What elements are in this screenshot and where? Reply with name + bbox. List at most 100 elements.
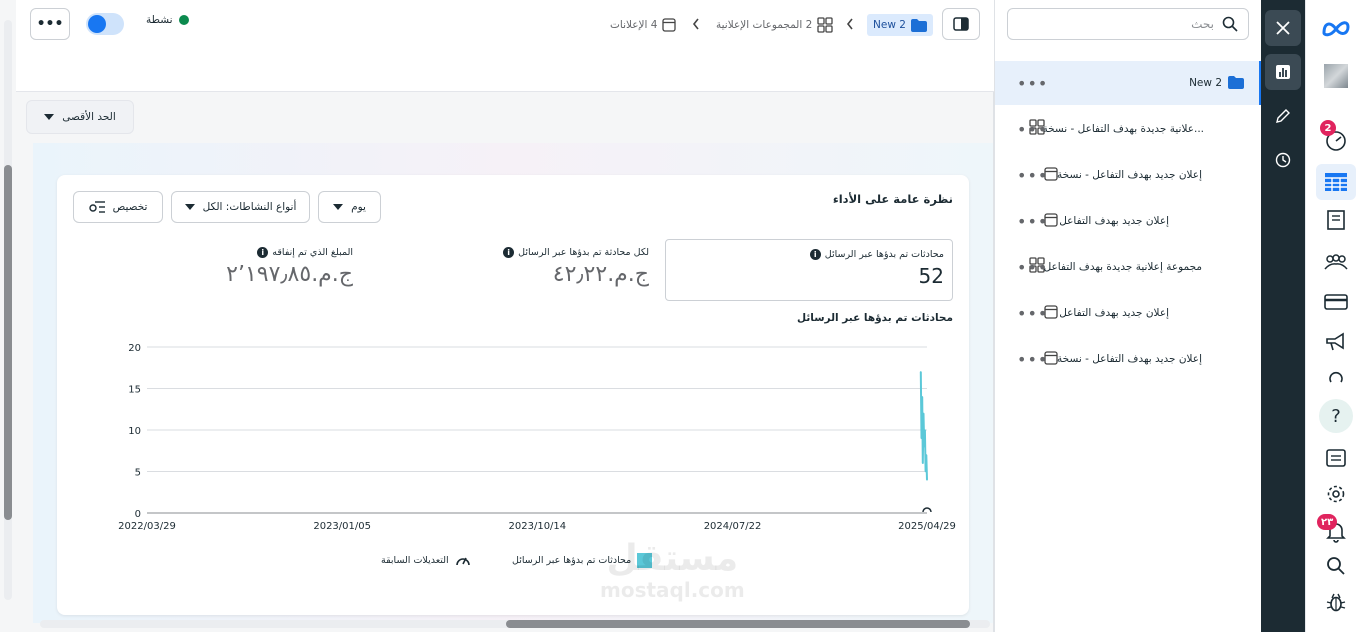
metric-value: 52: [918, 264, 944, 288]
tree-item-ad[interactable]: إعلان جديد بهدف التفاعل •••: [995, 291, 1262, 335]
customize-button[interactable]: تخصيص: [73, 191, 163, 223]
horizontal-scrollbar[interactable]: [40, 620, 990, 628]
metric-conversations: محادثات تم بدؤها عبر الرسائل i 52: [809, 249, 944, 288]
activity-types-dropdown[interactable]: أنواع النشاطات: الكل: [171, 191, 310, 223]
info-icon: i: [257, 247, 269, 258]
loading-button[interactable]: [1316, 360, 1356, 396]
report-bug-button[interactable]: [1316, 584, 1356, 620]
tree-item-ad[interactable]: إعلان جديد بهدف التفاعل •••: [995, 199, 1262, 243]
legend-edits-label: التعديلات السابقة: [381, 554, 449, 566]
status-label: نشطة: [146, 14, 173, 26]
more-icon[interactable]: •••: [1017, 350, 1048, 369]
tree-item-label: إعلان جديد بهدف التفاعل - نسخة: [1057, 169, 1202, 181]
campaign-tree-panel: بحث New 2 ••• ...علانية جديدة بهدف التفا…: [994, 0, 1262, 632]
horizontal-scrollbar-thumb[interactable]: [506, 620, 970, 628]
notifications-button[interactable]: ٢٣: [1316, 514, 1356, 550]
history-tool-button[interactable]: [1265, 142, 1301, 178]
search-icon: [1327, 557, 1345, 575]
notes-button[interactable]: [1316, 440, 1356, 476]
caret-down-icon: [44, 114, 55, 120]
data-point: [921, 396, 923, 398]
more-icon[interactable]: •••: [1017, 166, 1048, 185]
metric-amount-spent[interactable]: المبلغ الذي تم إنفاقه i ج.م.‏٢٬١٩٧٫٨٥: [226, 247, 353, 287]
tree-item-label: مجموعة إعلانية جديدة بهدف التفاعل: [1043, 261, 1202, 273]
main-area: ••• نشطة New 2 2 المجموعات الإعلانية 4 ا…: [0, 0, 994, 632]
data-point: [925, 454, 928, 456]
max-dropdown-label: الحد الأقصى: [62, 111, 116, 123]
toggle-panel-button[interactable]: [942, 8, 980, 40]
gear-icon: [1327, 485, 1345, 503]
more-icon[interactable]: •••: [1017, 304, 1048, 323]
breadcrumb-campaign[interactable]: New 2: [867, 14, 933, 36]
search-icon: [1222, 16, 1238, 32]
performance-tool-button[interactable]: [1265, 54, 1301, 90]
status-toggle[interactable]: [86, 13, 124, 35]
meta-logo[interactable]: [1316, 10, 1356, 46]
notification-badge: 2: [1320, 120, 1336, 136]
more-options-button[interactable]: •••: [30, 8, 70, 40]
line-chart: 0 5 10 15 20 2022/03/29 2023/01/05 2023/10/14 20…: [118, 343, 956, 532]
pages-button[interactable]: [1316, 202, 1356, 238]
account-avatar[interactable]: [1316, 58, 1356, 94]
vertical-scrollbar-thumb[interactable]: [4, 165, 12, 520]
metric-value: ج.م.‏٢٬١٩٧٫٨٥: [226, 262, 353, 287]
help-button[interactable]: ?: [1316, 398, 1356, 434]
more-icon[interactable]: •••: [1017, 258, 1048, 277]
metric-title: لكل محادثة تم بدؤها عبر الرسائل: [518, 247, 649, 258]
y-tick-label: 5: [135, 468, 141, 479]
tree-item-ad[interactable]: إعلان جديد بهدف التفاعل - نسخة •••: [995, 153, 1262, 197]
customize-label: تخصيص: [112, 201, 148, 213]
edit-tool-button[interactable]: [1265, 98, 1301, 134]
status-indicator: نشطة: [146, 14, 189, 26]
metric-cost-per-conversation[interactable]: لكل محادثة تم بدؤها عبر الرسائل i ج.م.‏٤٢…: [503, 247, 649, 287]
y-tick-label: 10: [128, 426, 141, 437]
tree-item-ad[interactable]: إعلان جديد بهدف التفاعل - نسخة •••: [995, 337, 1262, 381]
settings-button[interactable]: [1316, 476, 1356, 512]
metric-card-selected[interactable]: محادثات تم بدؤها عبر الرسائل i 52: [665, 239, 953, 301]
caret-down-icon: [333, 204, 344, 210]
chart-title: محادثات تم بدؤها عبر الرسائل: [796, 312, 953, 324]
notification-badge: ٢٣: [1317, 514, 1338, 530]
breadcrumb-ads[interactable]: 4 الإعلانات: [610, 14, 677, 36]
dashboard-button[interactable]: 2: [1316, 120, 1356, 158]
status-dot-icon: [178, 15, 189, 25]
campaigns-button[interactable]: [1316, 324, 1356, 360]
toggle-knob: [88, 15, 106, 33]
caret-down-icon: [184, 204, 195, 210]
close-button[interactable]: [1265, 10, 1301, 46]
close-icon: [1276, 21, 1290, 35]
breadcrumb-adsets[interactable]: 2 المجموعات الإعلانية: [716, 14, 833, 36]
tree-item-campaign[interactable]: New 2 •••: [995, 61, 1262, 105]
data-point: [923, 445, 926, 448]
legend-edits[interactable]: التعديلات السابقة: [381, 553, 471, 567]
ad-icon: [662, 18, 677, 32]
metric-title: المبلغ الذي تم إنفاقه: [272, 247, 353, 258]
search-button[interactable]: [1316, 548, 1356, 584]
ads-manager-button[interactable]: [1316, 164, 1356, 200]
tree-item-label: إعلان جديد بهدف التفاعل: [1059, 307, 1169, 319]
y-tick-label: 0: [135, 509, 141, 520]
watermark: مستقل mostaql.com: [600, 540, 745, 603]
app-rail: 2 ? ٢٣: [1305, 0, 1365, 632]
audiences-button[interactable]: [1316, 244, 1356, 280]
more-icon[interactable]: •••: [1017, 120, 1048, 139]
more-icon[interactable]: •••: [1017, 74, 1048, 93]
tree-item-adset[interactable]: ...علانية جديدة بهدف التفاعل - نسخة •••: [995, 107, 1262, 151]
more-icon[interactable]: •••: [1017, 212, 1048, 231]
customize-settings-icon: [88, 201, 105, 213]
x-tick-label: 2025/04/29: [898, 521, 956, 532]
vertical-scrollbar[interactable]: [4, 20, 12, 600]
max-dropdown[interactable]: الحد الأقصى: [26, 100, 134, 134]
period-dropdown[interactable]: يوم: [318, 191, 381, 223]
billing-button[interactable]: [1316, 284, 1356, 320]
bug-icon: [1326, 593, 1346, 612]
search-input[interactable]: بحث: [1007, 8, 1249, 40]
chevron-left-icon: [692, 18, 699, 30]
tree-item-adset[interactable]: مجموعة إعلانية جديدة بهدف التفاعل •••: [995, 245, 1262, 289]
x-tick-label: 2023/01/05: [313, 521, 371, 532]
credit-card-icon: [1324, 294, 1348, 310]
pencil-icon: [1276, 109, 1290, 123]
breadcrumb-adsets-label: 2 المجموعات الإعلانية: [716, 19, 813, 31]
performance-card: نظرة عامة على الأداء تخصيص أنواع النشاطا…: [57, 175, 969, 615]
refresh-icon: [1329, 371, 1343, 383]
